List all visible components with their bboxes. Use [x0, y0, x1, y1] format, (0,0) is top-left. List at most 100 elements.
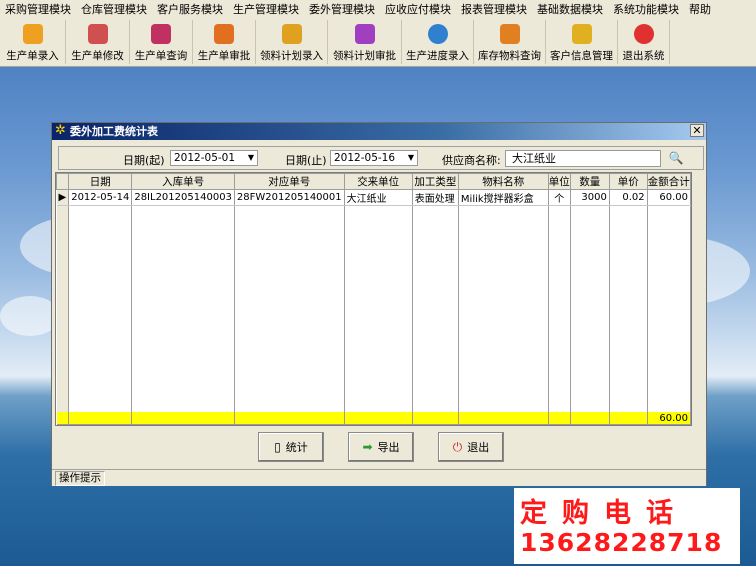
cell-process-type[interactable]: 表面处理 [412, 189, 459, 206]
document-icon: ▯ [274, 440, 281, 454]
column-header[interactable]: 单位 [547, 173, 571, 190]
pie-icon [427, 24, 448, 44]
column-header[interactable]: 金额合计 [646, 173, 691, 190]
cell-unit[interactable]: 大江纸业 [344, 189, 413, 206]
box-icon [22, 24, 43, 44]
column-header[interactable]: 日期 [68, 173, 133, 190]
toolbar-material-plan-approve-button[interactable]: 领料计划审批 [328, 20, 402, 64]
toolbar-button-label: 库存物料查询 [478, 50, 541, 62]
status-bar: 操作提示 [52, 469, 706, 486]
menu-bar: 采购管理模块 仓库管理模块 客户服务模块 生产管理模块 委外管理模块 应收应付模… [0, 0, 756, 21]
cell-quantity[interactable]: 3000 [570, 189, 610, 206]
menu-help[interactable]: 帮助 [684, 0, 716, 20]
menu-purchase[interactable]: 采购管理模块 [0, 0, 76, 20]
export-button-label: 导出 [377, 441, 400, 454]
menu-basic-data[interactable]: 基础数据模块 [532, 0, 608, 20]
chevron-down-icon[interactable]: ▼ [245, 151, 257, 165]
toolbar-material-plan-entry-button[interactable]: 领料计划录入 [256, 20, 328, 64]
supplier-label: 供应商名称: [442, 154, 501, 167]
toolbar-customer-info-button[interactable]: 客户信息管理 [546, 20, 618, 64]
column-header[interactable]: 加工类型 [411, 173, 459, 190]
people-icon [151, 24, 171, 44]
column-header[interactable]: 单价 [608, 173, 648, 190]
menu-system[interactable]: 系统功能模块 [608, 0, 684, 20]
toolbar-button-label: 领料计划审批 [333, 50, 396, 62]
column-header[interactable]: 对应单号 [233, 173, 345, 190]
toolbar-production-edit-button[interactable]: 生产单修改 [66, 20, 130, 64]
toolbar-button-label: 生产单查询 [134, 50, 188, 62]
menu-warehouse[interactable]: 仓库管理模块 [76, 0, 152, 20]
menu-outsourcing[interactable]: 委外管理模块 [304, 0, 380, 20]
hands-icon [214, 24, 234, 44]
toolbar-progress-entry-button[interactable]: 生产进度录入 [402, 20, 474, 64]
fee-table: 日期 入库单号 对应单号 交来单位 加工类型 物料名称 单位 数量 单价 金额合… [55, 172, 692, 426]
toolbar-production-approve-button[interactable]: 生产单审批 [193, 20, 256, 64]
pen-icon [281, 24, 302, 44]
close-button[interactable]: ✕ [690, 124, 704, 137]
menu-customer-service[interactable]: 客户服务模块 [152, 0, 228, 20]
banner-phone: 13628228718 [520, 528, 723, 557]
menu-receivables[interactable]: 应收应付模块 [380, 0, 456, 20]
toolbar-button-label: 生产单修改 [71, 50, 124, 62]
column-header[interactable]: 交来单位 [343, 173, 413, 190]
export-button[interactable]: ➡ 导出 [348, 432, 414, 462]
column-header[interactable]: 物料名称 [457, 173, 549, 190]
total-row: 60.00 [56, 412, 691, 425]
end-date-value: 2012-05-16 [334, 152, 396, 164]
toolbar-button-label: 生产单录入 [6, 50, 59, 62]
cell-date[interactable]: 2012-05-14 [68, 189, 133, 206]
toolbar-inventory-query-button[interactable]: 库存物料查询 [474, 20, 546, 64]
cell-receipt-no[interactable]: 28IL201205140003 [131, 189, 235, 206]
filter-panel: 日期(起) 2012-05-01 ▼ 日期(止) 2012-05-16 ▼ 供应… [58, 146, 704, 170]
stack-icon [499, 24, 520, 44]
toolbar-button-label: 退出系统 [622, 50, 665, 62]
power-icon [633, 24, 654, 44]
power-icon: ⏻ [452, 439, 463, 454]
table-row[interactable]: ▶ 2012-05-14 28IL201205140003 28FW201205… [56, 189, 691, 206]
banner-title: 定购电话 [520, 498, 688, 529]
dialog-title: 委外加工费统计表 [70, 125, 158, 138]
dialog-button-bar: ▯ 统计 ➡ 导出 ⏻ 退出 [58, 429, 704, 467]
column-header[interactable]: 入库单号 [131, 173, 235, 190]
exit-button[interactable]: ⏻ 退出 [438, 432, 504, 462]
crate-icon [571, 24, 592, 44]
cell-amount[interactable]: 60.00 [647, 189, 691, 206]
supplier-lookup-icon[interactable]: 🔍 [663, 150, 689, 167]
books-icon [87, 24, 108, 44]
flower-icon [354, 24, 375, 44]
supplier-input[interactable]: 大江纸业 [505, 150, 661, 167]
arrow-right-icon: ➡ [362, 440, 373, 454]
cell-material[interactable]: Milik搅拌器彩盒 [458, 189, 549, 206]
toolbar-button-label: 领料计划录入 [260, 50, 323, 62]
current-row-arrow-icon: ▶ [56, 189, 70, 206]
status-hint: 操作提示 [55, 471, 105, 486]
cell-unit-price[interactable]: 0.02 [609, 189, 648, 206]
empty-table-area [56, 205, 691, 412]
start-date-label: 日期(起) [123, 154, 165, 167]
cell-measure-unit[interactable]: 个 [548, 189, 571, 206]
outsourcing-fee-dialog: ✲ 委外加工费统计表 ✕ 日期(起) 2012-05-01 ▼ 日期(止) 20… [51, 122, 707, 486]
menu-reports[interactable]: 报表管理模块 [456, 0, 532, 20]
toolbar-exit-system-button[interactable]: 退出系统 [618, 20, 670, 64]
stats-button[interactable]: ▯ 统计 [258, 432, 324, 462]
table-header-row: 日期 入库单号 对应单号 交来单位 加工类型 物料名称 单位 数量 单价 金额合… [56, 173, 691, 190]
toolbar-button-label: 客户信息管理 [550, 50, 613, 62]
row-indicator-header [56, 173, 70, 190]
order-phone-banner: 定购电话 13628228718 [514, 488, 740, 564]
toolbar-button-label: 生产进度录入 [406, 50, 469, 62]
end-date-picker[interactable]: 2012-05-16 ▼ [330, 150, 418, 166]
star-icon: ✲ [55, 123, 66, 138]
toolbar-production-query-button[interactable]: 生产单查询 [130, 20, 193, 64]
dialog-titlebar[interactable]: ✲ 委外加工费统计表 ✕ [52, 123, 706, 140]
toolbar-production-entry-button[interactable]: 生产单录入 [0, 20, 66, 64]
exit-button-label: 退出 [467, 441, 490, 454]
menu-production[interactable]: 生产管理模块 [228, 0, 304, 20]
column-header[interactable]: 数量 [569, 173, 610, 190]
stats-button-label: 统计 [285, 441, 308, 454]
start-date-value: 2012-05-01 [174, 152, 236, 164]
cell-ref-no[interactable]: 28FW201205140001 [234, 189, 345, 206]
chevron-down-icon[interactable]: ▼ [405, 151, 417, 165]
start-date-picker[interactable]: 2012-05-01 ▼ [170, 150, 258, 166]
toolbar: 生产单录入 生产单修改 生产单查询 生产单审批 领料计划录入 领料计划审批 生产… [0, 20, 756, 67]
total-amount: 60.00 [647, 412, 691, 425]
